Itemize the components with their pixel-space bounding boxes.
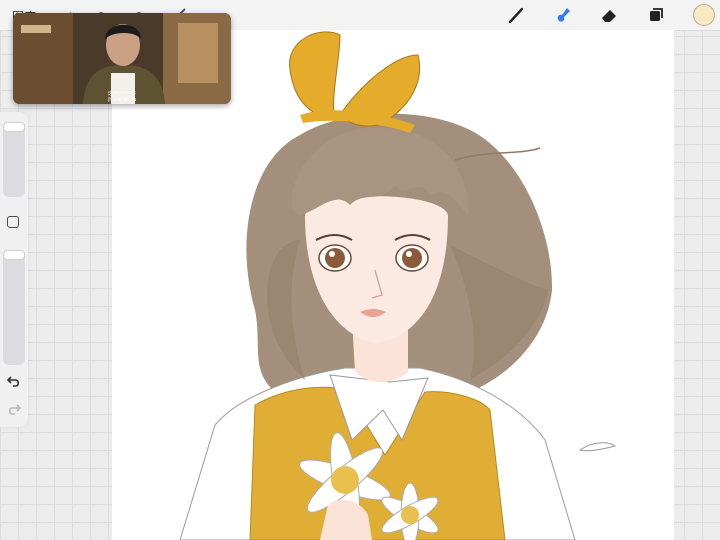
eraser-icon[interactable] [599, 5, 619, 25]
drawing-canvas[interactable] [112, 30, 674, 540]
artwork [179, 31, 617, 540]
video-subtitle: 这一·一·一件 (h a e) Mr Lu [13, 91, 231, 103]
redo-icon[interactable] [7, 402, 21, 416]
brush-size-slider[interactable] [3, 122, 25, 197]
opacity-slider[interactable] [3, 250, 25, 365]
modify-button[interactable] [7, 216, 19, 228]
smudge-icon[interactable] [553, 5, 573, 25]
layers-icon[interactable] [646, 5, 666, 25]
opacity-handle[interactable] [3, 250, 25, 260]
undo-icon[interactable] [7, 374, 21, 388]
left-sidebar [0, 112, 28, 427]
brush-icon[interactable] [507, 5, 527, 25]
brush-size-handle[interactable] [3, 122, 25, 132]
color-swatch[interactable] [693, 4, 715, 26]
subtitle-line: (h a e) Mr Lu [107, 97, 137, 103]
picture-in-picture-video[interactable]: 这一·一·一件 (h a e) Mr Lu [13, 13, 231, 104]
